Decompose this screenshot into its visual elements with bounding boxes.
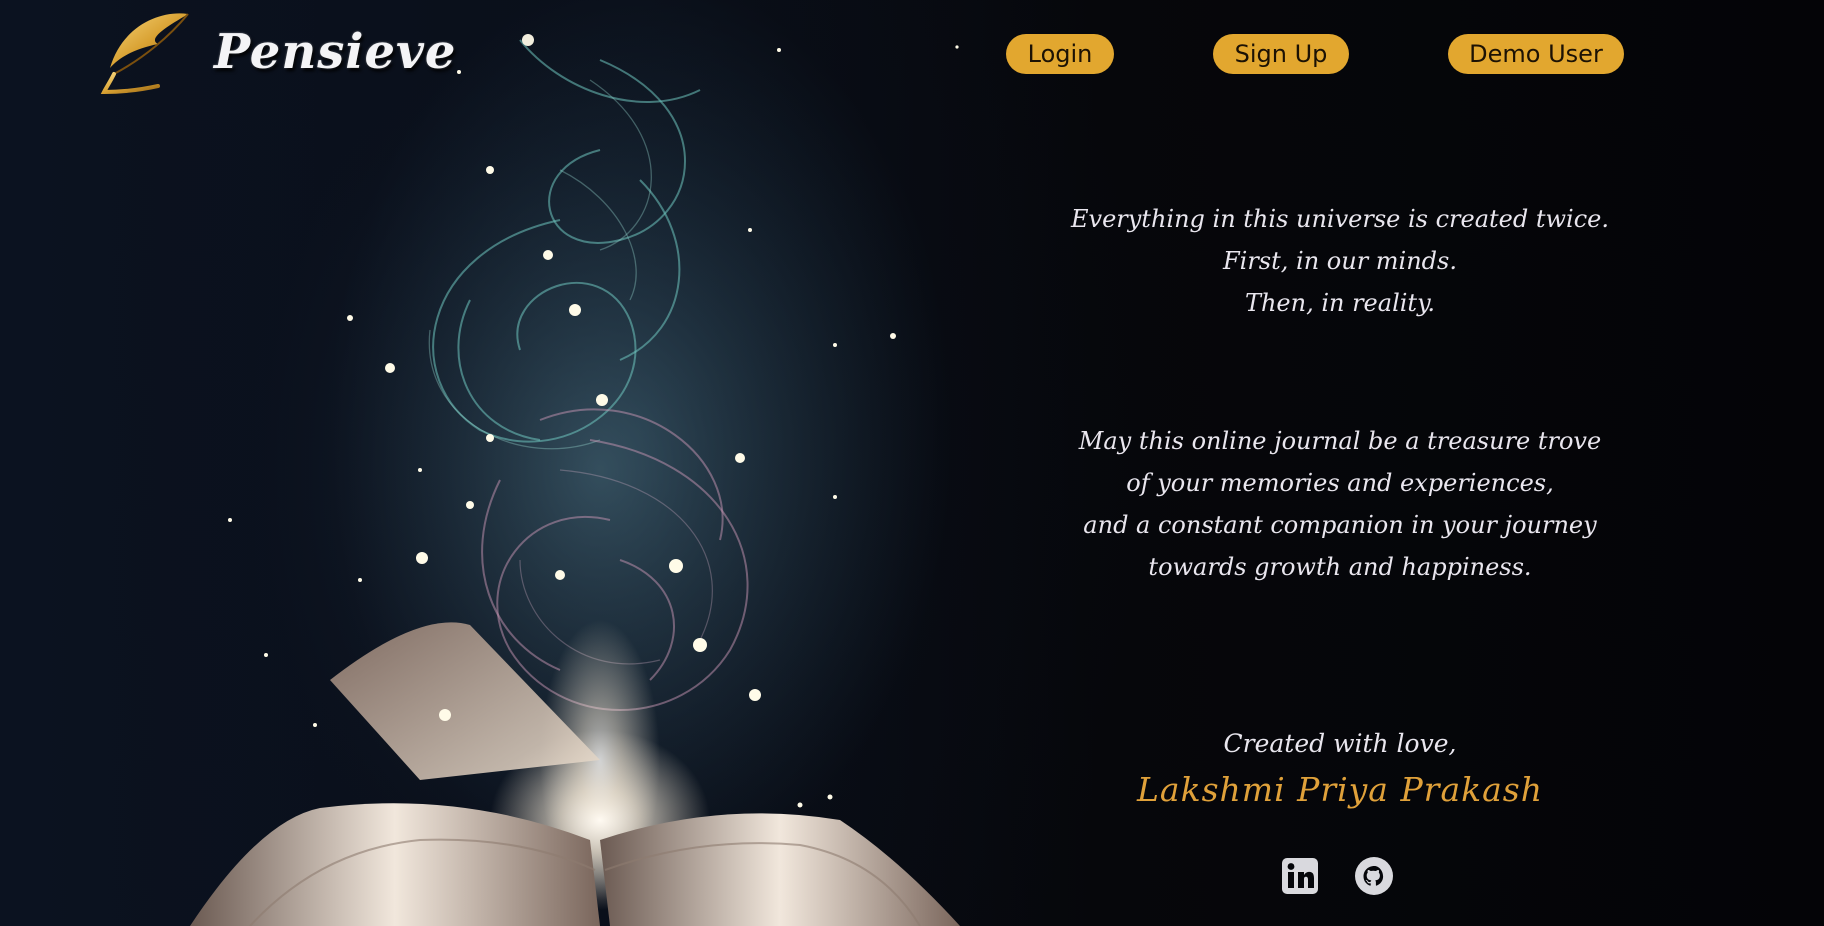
quote-primary: Everything in this universe is created t… [1040,198,1640,324]
magic-book-artwork [190,10,960,926]
landing-page: Pensieve Login Sign Up Demo User Everyth… [0,0,1824,926]
social-links [1280,856,1394,896]
linkedin-icon[interactable] [1280,856,1320,896]
golden-quill-icon [100,13,189,95]
quote-line: First, in our minds. [1223,247,1457,275]
credit-author: Lakshmi Priya Prakash [1137,770,1543,809]
credit-label: Created with love, [1223,729,1457,758]
quote-line: and a constant companion in your journey [1083,511,1597,539]
signup-button[interactable]: Sign Up [1213,34,1349,74]
quote-line: Then, in reality. [1244,289,1436,317]
quote-line: towards growth and happiness. [1148,553,1532,581]
credit: Created with love, Lakshmi Priya Prakash [1040,724,1640,810]
quote-line: Everything in this universe is created t… [1070,205,1610,233]
brand[interactable]: Pensieve [100,8,456,96]
quote-secondary: May this online journal be a treasure tr… [1040,420,1640,588]
demo-user-button[interactable]: Demo User [1448,34,1624,74]
quote-line: of your memories and experiences, [1126,469,1554,497]
brand-name: Pensieve [214,24,457,80]
github-icon[interactable] [1354,856,1394,896]
login-button[interactable]: Login [1006,34,1114,74]
quote-line: May this online journal be a treasure tr… [1078,427,1602,455]
